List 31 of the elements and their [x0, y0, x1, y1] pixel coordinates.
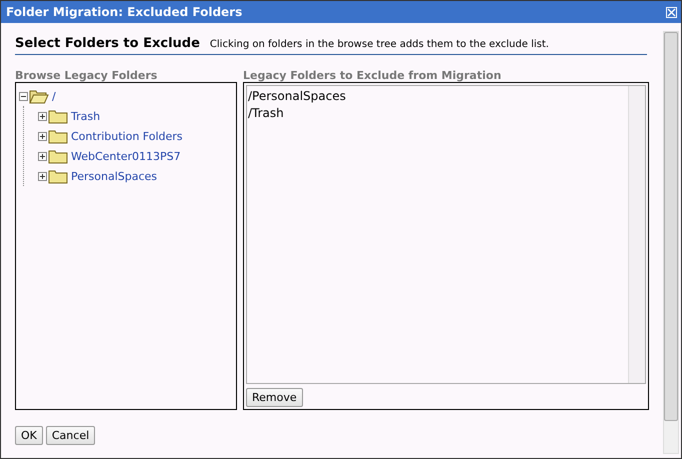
folder-icon — [48, 148, 68, 164]
tree-item[interactable]: Trash — [71, 110, 100, 122]
ok-button[interactable]: OK — [15, 426, 43, 445]
expand-icon[interactable] — [38, 112, 47, 120]
tree-item[interactable]: / — [52, 90, 56, 102]
close-button[interactable] — [666, 6, 677, 18]
remove-button[interactable]: Remove — [246, 388, 303, 407]
folder-icon — [48, 128, 68, 144]
window-title: Folder Migration: Excluded Folders — [6, 5, 242, 19]
expand-icon[interactable] — [38, 132, 47, 140]
collapse-icon[interactable] — [19, 92, 28, 100]
exclude-list[interactable]: /PersonalSpaces /Trash — [246, 85, 646, 384]
open-folder-icon — [29, 88, 49, 104]
section-heading: Select Folders to Exclude — [15, 36, 200, 51]
tree-item[interactable]: Contribution Folders — [71, 130, 183, 142]
scrollbar-thumb[interactable] — [664, 32, 678, 422]
tree-item[interactable]: PersonalSpaces — [71, 170, 158, 182]
expand-icon[interactable] — [38, 172, 47, 180]
list-item[interactable]: /PersonalSpaces — [248, 88, 627, 105]
expand-icon[interactable] — [38, 152, 47, 160]
scrollbar[interactable] — [663, 31, 679, 454]
panel-label: Browse Legacy Folders — [15, 69, 158, 82]
scrollbar[interactable] — [628, 86, 645, 383]
folder-icon — [48, 168, 68, 184]
instruction-text: Clicking on folders in the browse tree adds them to the exclude list. — [210, 39, 549, 50]
folder-icon — [48, 108, 68, 124]
panel-label: Legacy Folders to Exclude from Migration — [243, 69, 502, 82]
list-item[interactable]: /Trash — [248, 105, 627, 122]
close-icon — [666, 6, 677, 18]
cancel-button[interactable]: Cancel — [46, 426, 96, 445]
tree-item[interactable]: WebCenter0113PS7 — [71, 150, 181, 162]
